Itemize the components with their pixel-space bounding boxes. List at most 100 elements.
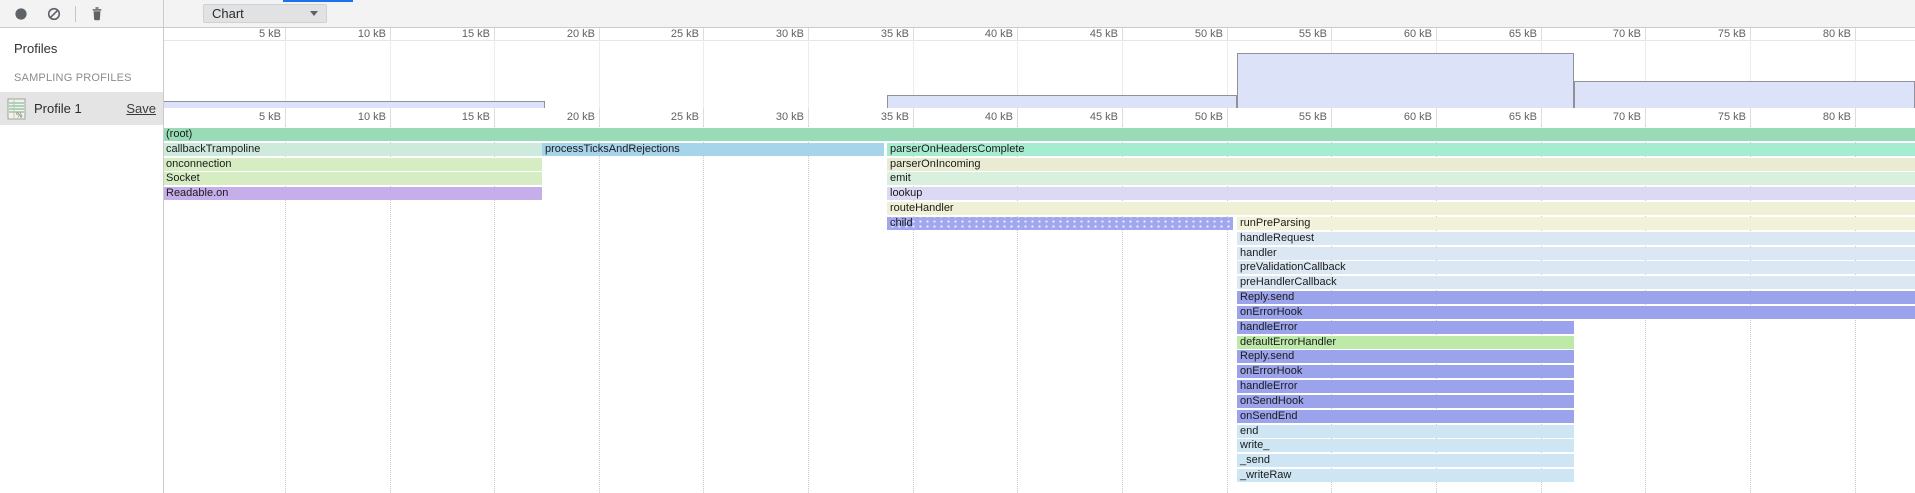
ruler-tick-label: 25 kB	[629, 110, 699, 124]
ruler-tick	[1017, 108, 1018, 126]
flame-bar[interactable]: onSendEnd	[1237, 410, 1574, 423]
ruler-tick	[913, 28, 914, 40]
flame-bar[interactable]: _send	[1237, 454, 1574, 467]
flame-bar[interactable]: processTicksAndRejections	[542, 143, 884, 156]
ruler-tick	[599, 108, 600, 126]
delete-profile-button[interactable]	[85, 2, 109, 26]
flame-bar-label: preHandlerCallback	[1240, 276, 1337, 288]
chart-view-select[interactable]: Chart	[203, 4, 327, 23]
chart-main-pane: 5 kB10 kB15 kB20 kB25 kB30 kB35 kB40 kB4…	[164, 28, 1915, 493]
ruler-tick-label: 50 kB	[1153, 110, 1223, 124]
flame-bar[interactable]: Reply.send	[1237, 291, 1915, 304]
flame-bar[interactable]: parserOnIncoming	[887, 158, 1915, 171]
allocation-overview-pane[interactable]	[164, 40, 1915, 108]
flame-bar-label: Reply.send	[1240, 291, 1294, 303]
flame-bar[interactable]: onSendHook	[1237, 395, 1574, 408]
sidebar-title: Profiles	[0, 28, 163, 56]
flame-bar-label: parserOnIncoming	[890, 158, 981, 170]
flame-bar-label: onErrorHook	[1240, 365, 1302, 377]
flame-bar-label: preValidationCallback	[1240, 261, 1346, 273]
flame-bar[interactable]: onErrorHook	[1237, 306, 1915, 319]
overview-area-segment	[887, 95, 1237, 108]
flame-chart-ruler: 5 kB10 kB15 kB20 kB25 kB30 kB35 kB40 kB4…	[164, 108, 1915, 126]
flame-bar-label: Socket	[166, 172, 200, 184]
ruler-tick	[494, 108, 495, 126]
ruler-tick-label: 80 kB	[1781, 110, 1851, 124]
ruler-tick-label: 65 kB	[1467, 110, 1537, 124]
trash-icon	[90, 6, 104, 21]
flame-bar[interactable]: end	[1237, 425, 1574, 438]
ruler-tick-label: 15 kB	[420, 110, 490, 124]
flame-bar-label: Reply.send	[1240, 350, 1294, 362]
flame-bar-label: defaultErrorHandler	[1240, 336, 1336, 348]
ruler-tick	[1227, 28, 1228, 40]
flame-chart[interactable]: (root) callbackTrampolineprocessTicksAndR…	[164, 126, 1915, 493]
ruler-tick-label: 40 kB	[943, 110, 1013, 124]
flame-bar[interactable]: defaultErrorHandler	[1237, 336, 1574, 349]
ruler-tick	[1017, 28, 1018, 40]
flame-gridline	[703, 126, 704, 493]
chart-view-select-value: Chart	[212, 6, 244, 21]
flame-bar-label: handleError	[1240, 321, 1297, 333]
flame-bar[interactable]: preHandlerCallback	[1237, 276, 1915, 289]
save-profile-link[interactable]: Save	[126, 101, 156, 116]
ruler-tick-label: 75 kB	[1676, 110, 1746, 124]
flame-bar[interactable]: handleError	[1237, 321, 1574, 334]
ruler-tick-label: 35 kB	[839, 110, 909, 124]
flame-bar-label: handler	[1240, 247, 1277, 259]
flame-bar[interactable]: handleRequest	[1237, 232, 1915, 245]
ruler-tick	[1122, 28, 1123, 40]
ruler-tick-label: 60 kB	[1362, 110, 1432, 124]
flame-bar-label: Readable.on	[166, 187, 228, 199]
ruler-tick	[1227, 108, 1228, 126]
ruler-tick	[703, 108, 704, 126]
flame-bar[interactable]: handleError	[1237, 380, 1574, 393]
ruler-tick	[913, 108, 914, 126]
flame-bar[interactable]: onconnection	[164, 158, 542, 171]
record-button[interactable]	[9, 2, 33, 26]
overview-gridline	[703, 40, 704, 108]
profile-list-item[interactable]: % Profile 1 Save	[0, 92, 163, 125]
flame-bar-label: _send	[1240, 454, 1270, 466]
flame-bar[interactable]: Socket	[164, 172, 542, 185]
flame-bar[interactable]: _writeRaw	[1237, 469, 1574, 482]
flame-bar[interactable]: routeHandler	[887, 202, 1915, 215]
flame-bar[interactable]: emit	[887, 172, 1915, 185]
overview-gridline	[390, 40, 391, 108]
flame-bar[interactable]: Readable.on	[164, 187, 542, 200]
clear-all-profiles-button[interactable]	[42, 2, 66, 26]
flame-bar[interactable]: Reply.send	[1237, 350, 1574, 363]
ruler-tick	[285, 108, 286, 126]
ruler-tick	[1541, 28, 1542, 40]
flame-bar[interactable]: runPreParsing	[1237, 217, 1915, 230]
overview-area-segment	[1237, 53, 1574, 108]
flame-bar[interactable]: parserOnHeadersComplete	[887, 143, 1915, 156]
flame-bar[interactable]: handler	[1237, 247, 1915, 260]
flame-bar-label: onconnection	[166, 158, 231, 170]
browser-tab-accent-strip	[283, 0, 353, 2]
overview-area-segment	[1574, 81, 1915, 108]
ruler-tick	[1645, 28, 1646, 40]
flame-bar-label: write_	[1240, 439, 1269, 451]
flame-bar[interactable]: child	[887, 217, 1233, 230]
flame-bar[interactable]: callbackTrampoline	[164, 143, 542, 156]
record-circle-icon	[14, 7, 28, 21]
profiles-sidebar: Profiles SAMPLING PROFILES % Profile 1 S…	[0, 28, 163, 493]
flame-gridline	[599, 126, 600, 493]
flame-bar-label: runPreParsing	[1240, 217, 1310, 229]
ruler-tick	[1750, 28, 1751, 40]
ruler-tick	[390, 108, 391, 126]
flame-bar[interactable]: lookup	[887, 187, 1915, 200]
ruler-tick	[285, 28, 286, 40]
toolbar-divider	[75, 6, 76, 22]
flame-bar[interactable]: write_	[1237, 439, 1574, 452]
flame-bar[interactable]: onErrorHook	[1237, 365, 1574, 378]
flame-bar-label: onSendEnd	[1240, 410, 1298, 422]
ruler-tick	[1645, 108, 1646, 126]
flame-bar[interactable]: (root)	[164, 128, 1915, 141]
flame-bar[interactable]: preValidationCallback	[1237, 261, 1915, 274]
ruler-tick	[599, 28, 600, 40]
profiler-toolbar: Chart	[0, 0, 1915, 28]
ruler-tick-label: 20 kB	[525, 110, 595, 124]
ruler-tick	[1331, 108, 1332, 126]
